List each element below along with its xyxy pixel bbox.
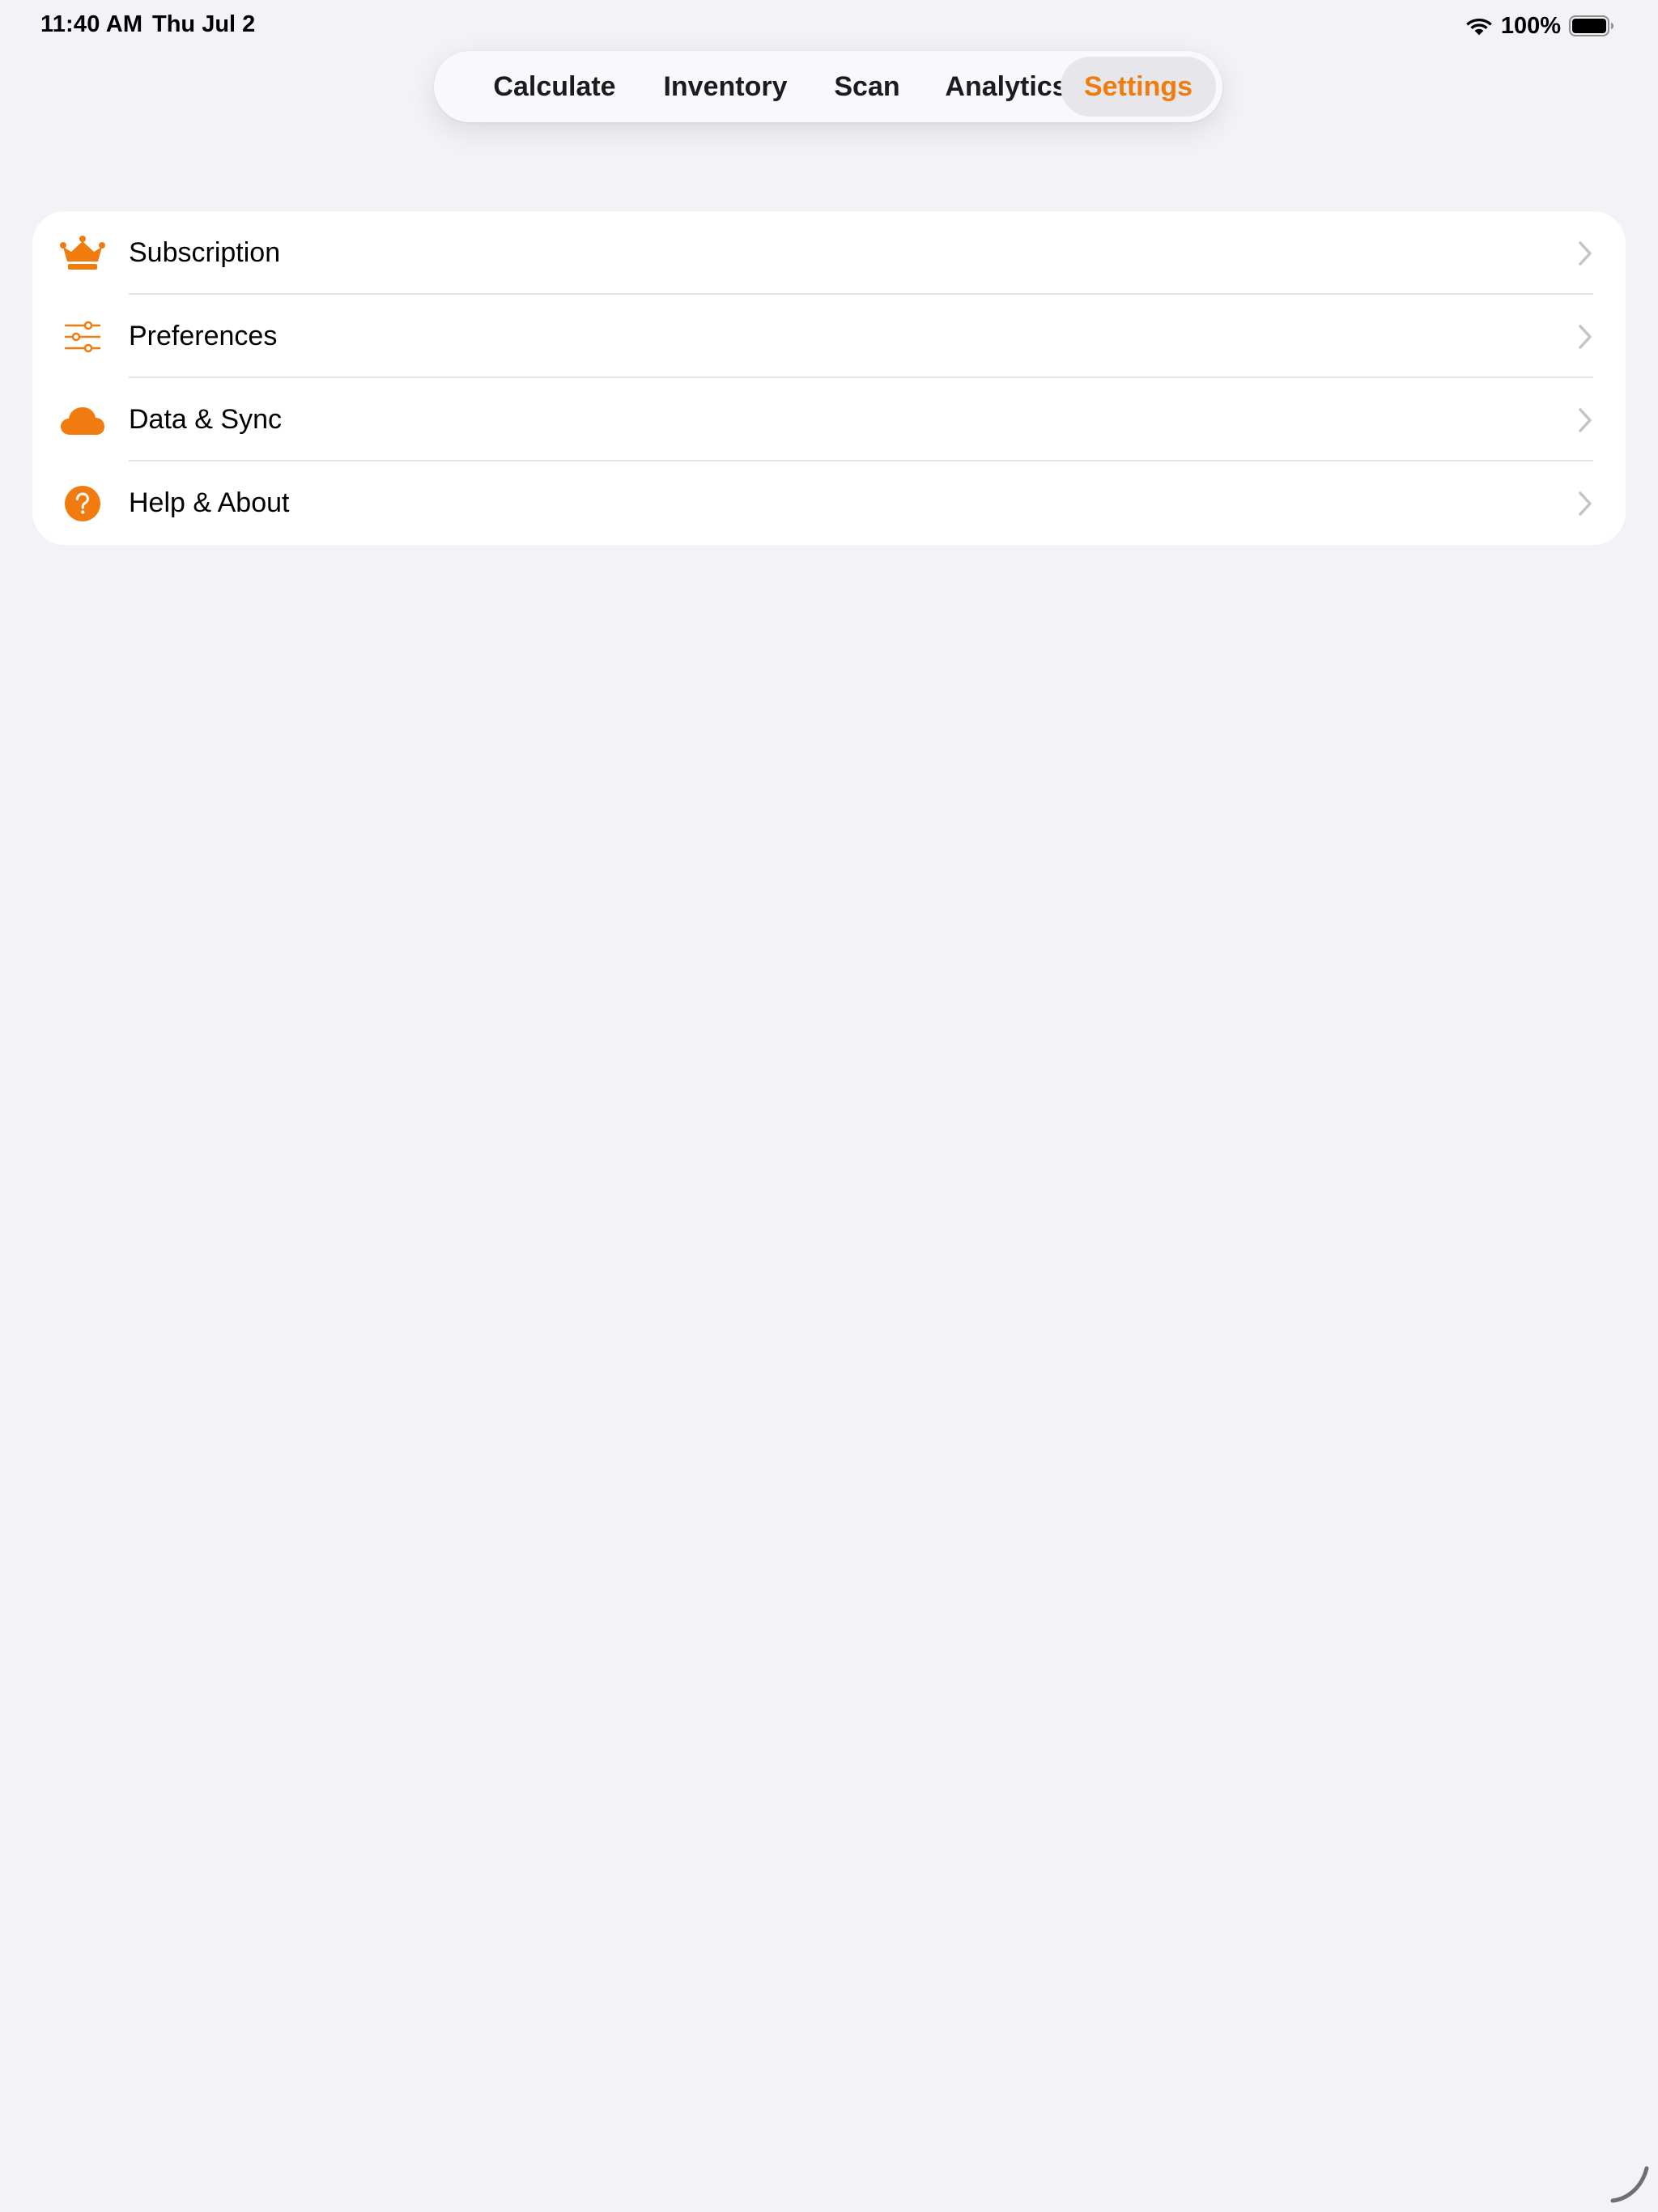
settings-row-subscription[interactable]: Subscription <box>32 211 1626 295</box>
question-circle-icon <box>60 481 105 526</box>
tab-inventory[interactable]: Inventory <box>630 57 821 117</box>
tab-calculate[interactable]: Calculate <box>449 57 661 117</box>
settings-row-label: Help & About <box>129 487 290 518</box>
chevron-right-icon <box>1579 491 1592 516</box>
status-bar: 11:40 AM Thu Jul 2 100% <box>0 0 1658 52</box>
settings-row-help-about[interactable]: Help & About <box>32 462 1626 545</box>
sliders-icon <box>60 314 105 359</box>
settings-row-data-sync[interactable]: Data & Sync <box>32 378 1626 462</box>
crown-icon <box>60 231 105 276</box>
status-indicators: 100% <box>1465 10 1614 42</box>
settings-row-preferences[interactable]: Preferences <box>32 295 1626 378</box>
settings-row-label: Subscription <box>129 237 281 268</box>
wifi-icon <box>1465 15 1493 36</box>
home-indicator-corner <box>1610 2166 1649 2203</box>
chevron-right-icon <box>1579 241 1592 266</box>
battery-icon <box>1569 15 1614 36</box>
chevron-right-icon <box>1579 408 1592 432</box>
battery-percent: 100% <box>1500 12 1561 39</box>
cloud-icon <box>60 398 105 443</box>
chevron-right-icon <box>1579 325 1592 349</box>
status-time: 11:40 AM <box>40 11 143 37</box>
settings-list: Subscription Preferences Data & Sync Hel… <box>32 211 1626 545</box>
settings-row-label: Preferences <box>129 321 278 351</box>
tab-settings[interactable]: Settings <box>1061 57 1216 117</box>
top-tab-bar: Calculate Inventory Scan Analytics Setti… <box>434 51 1222 122</box>
settings-row-label: Data & Sync <box>129 404 282 435</box>
status-date: Thu Jul 2 <box>152 11 256 37</box>
